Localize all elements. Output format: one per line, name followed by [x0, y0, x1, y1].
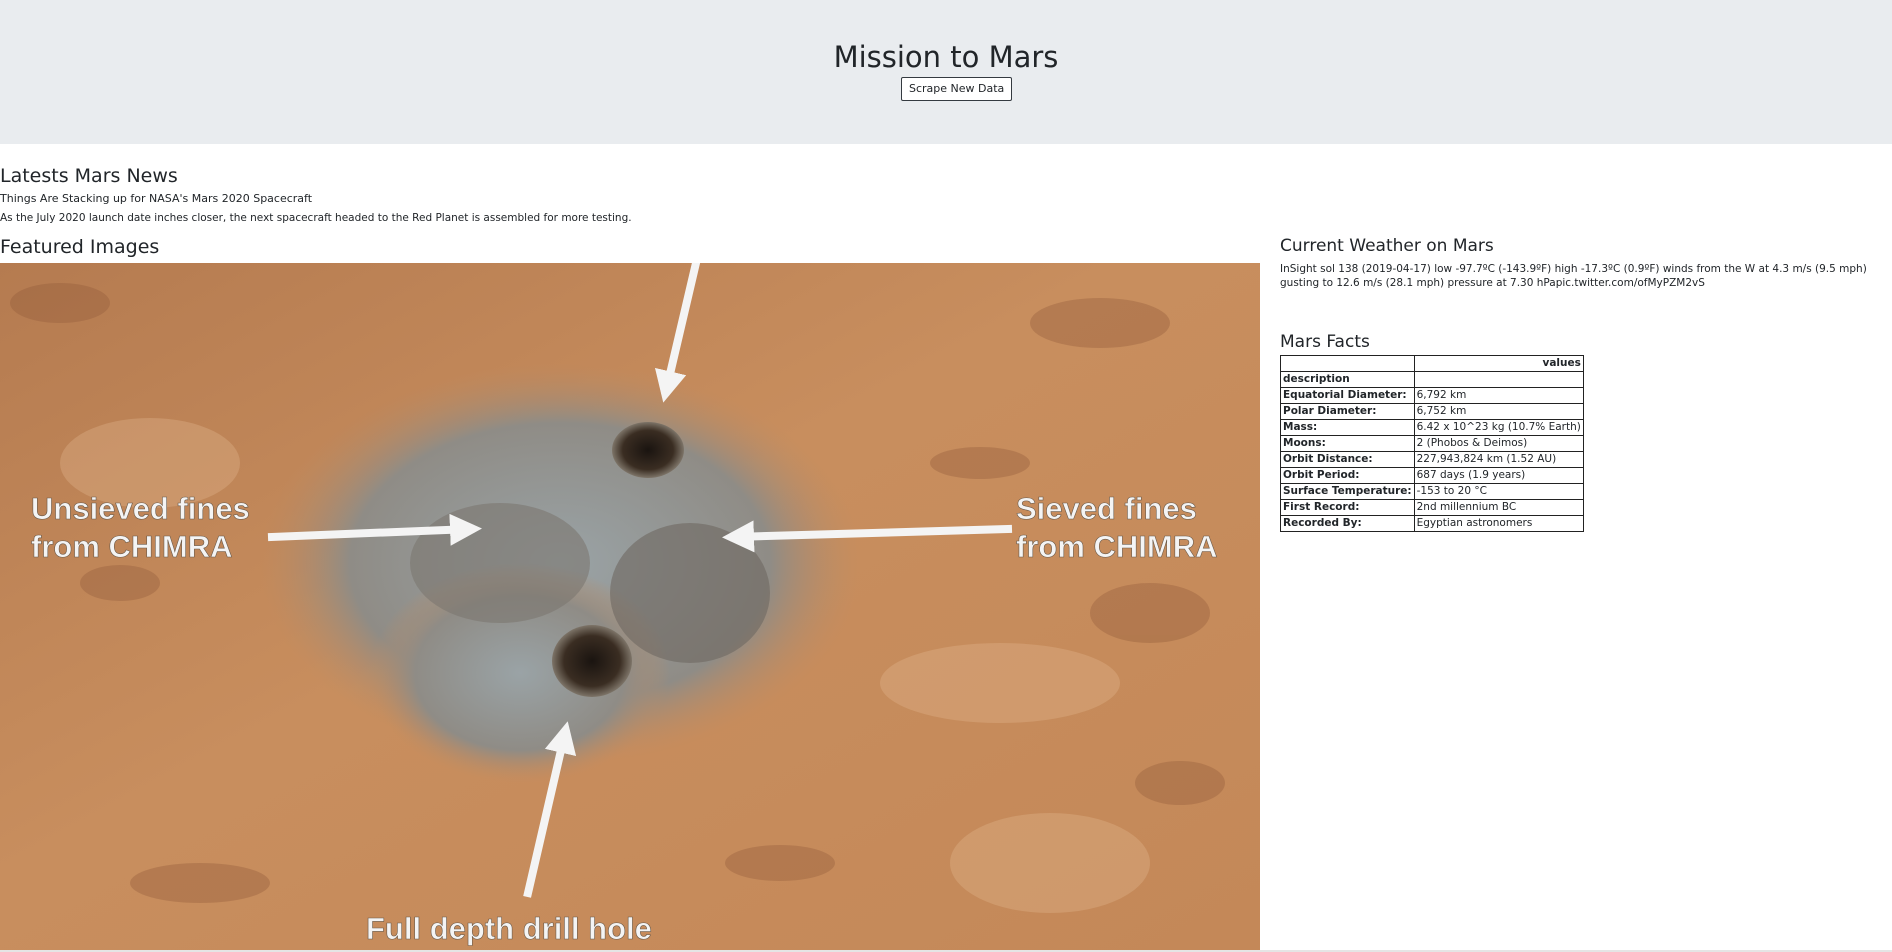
fact-value: 2nd millennium BC — [1413, 499, 1584, 516]
fact-label: First Record: — [1280, 499, 1415, 516]
fact-value: Egyptian astronomers — [1413, 515, 1584, 532]
unsieved-label-line2: from CHIMRA — [31, 529, 233, 564]
fact-value: -153 to 20 °C — [1413, 483, 1584, 500]
mars-facts-heading: Mars Facts — [1280, 332, 1370, 352]
fact-label: Orbit Period: — [1280, 467, 1415, 484]
fact-value: 2 (Phobos & Deimos) — [1413, 435, 1584, 452]
mars-surface-image: Unsieved fines from CHIMRA Sieved fines … — [0, 263, 1260, 950]
sieved-label-line2: from CHIMRA — [1016, 529, 1218, 564]
sieved-label-line1: Sieved fines — [1016, 491, 1197, 526]
table-row: Moons: 2 (Phobos & Deimos) — [1280, 435, 1584, 452]
fact-value: 687 days (1.9 years) — [1413, 467, 1584, 484]
scrape-new-data-button[interactable]: Scrape New Data — [901, 77, 1013, 101]
table-header-values: values — [1413, 355, 1584, 372]
table-header-row: values — [1280, 355, 1584, 372]
table-row: Polar Diameter: 6,752 km — [1280, 403, 1584, 420]
table-row: Equatorial Diameter: 6,792 km — [1280, 387, 1584, 404]
fact-label: Mass: — [1280, 419, 1415, 436]
fact-label: Moons: — [1280, 435, 1415, 452]
unsieved-label-line1: Unsieved fines — [31, 491, 250, 526]
fact-label: Polar Diameter: — [1280, 403, 1415, 420]
table-row: Mass: 6.42 x 10^23 kg (10.7% Earth) — [1280, 419, 1584, 436]
table-row: Recorded By: Egyptian astronomers — [1280, 515, 1584, 532]
news-paragraph: As the July 2020 launch date inches clos… — [0, 212, 632, 224]
fact-label: Surface Temperature: — [1280, 483, 1415, 500]
mars-facts-table: values description Equatorial Diameter: 6… — [1280, 355, 1584, 532]
table-row: Surface Temperature: -153 to 20 °C — [1280, 483, 1584, 500]
page-title: Mission to Mars — [833, 40, 1059, 74]
news-title: Things Are Stacking up for NASA's Mars 2… — [0, 192, 313, 205]
table-index-empty — [1413, 371, 1584, 388]
weather-heading: Current Weather on Mars — [1280, 236, 1494, 256]
table-index-header: description — [1280, 371, 1415, 388]
fact-value: 6.42 x 10^23 kg (10.7% Earth) — [1413, 419, 1584, 436]
facts-table-body: Equatorial Diameter: 6,792 km Polar Diamet… — [1280, 387, 1584, 532]
fact-label: Equatorial Diameter: — [1280, 387, 1415, 404]
fact-value: 227,943,824 km (1.52 AU) — [1413, 451, 1584, 468]
featured-images-heading: Featured Images — [0, 236, 160, 258]
fact-label: Recorded By: — [1280, 515, 1415, 532]
fact-value: 6,792 km — [1413, 387, 1584, 404]
table-row: Orbit Distance: 227,943,824 km (1.52 AU) — [1280, 451, 1584, 468]
table-header-empty — [1280, 355, 1415, 372]
table-row: First Record: 2nd millennium BC — [1280, 499, 1584, 516]
fact-label: Orbit Distance: — [1280, 451, 1415, 468]
weather-text: InSight sol 138 (2019-04-17) low -97.7ºC… — [1280, 263, 1867, 289]
table-row: Orbit Period: 687 days (1.9 years) — [1280, 467, 1584, 484]
fact-value: 6,752 km — [1413, 403, 1584, 420]
table-index-row: description — [1280, 371, 1584, 388]
drill-hole-label: Full depth drill hole — [366, 911, 652, 946]
featured-image: Unsieved fines from CHIMRA Sieved fines … — [0, 263, 1260, 950]
jumbotron-header: Mission to Mars Scrape New Data — [0, 0, 1892, 144]
news-heading: Latests Mars News — [0, 165, 178, 187]
